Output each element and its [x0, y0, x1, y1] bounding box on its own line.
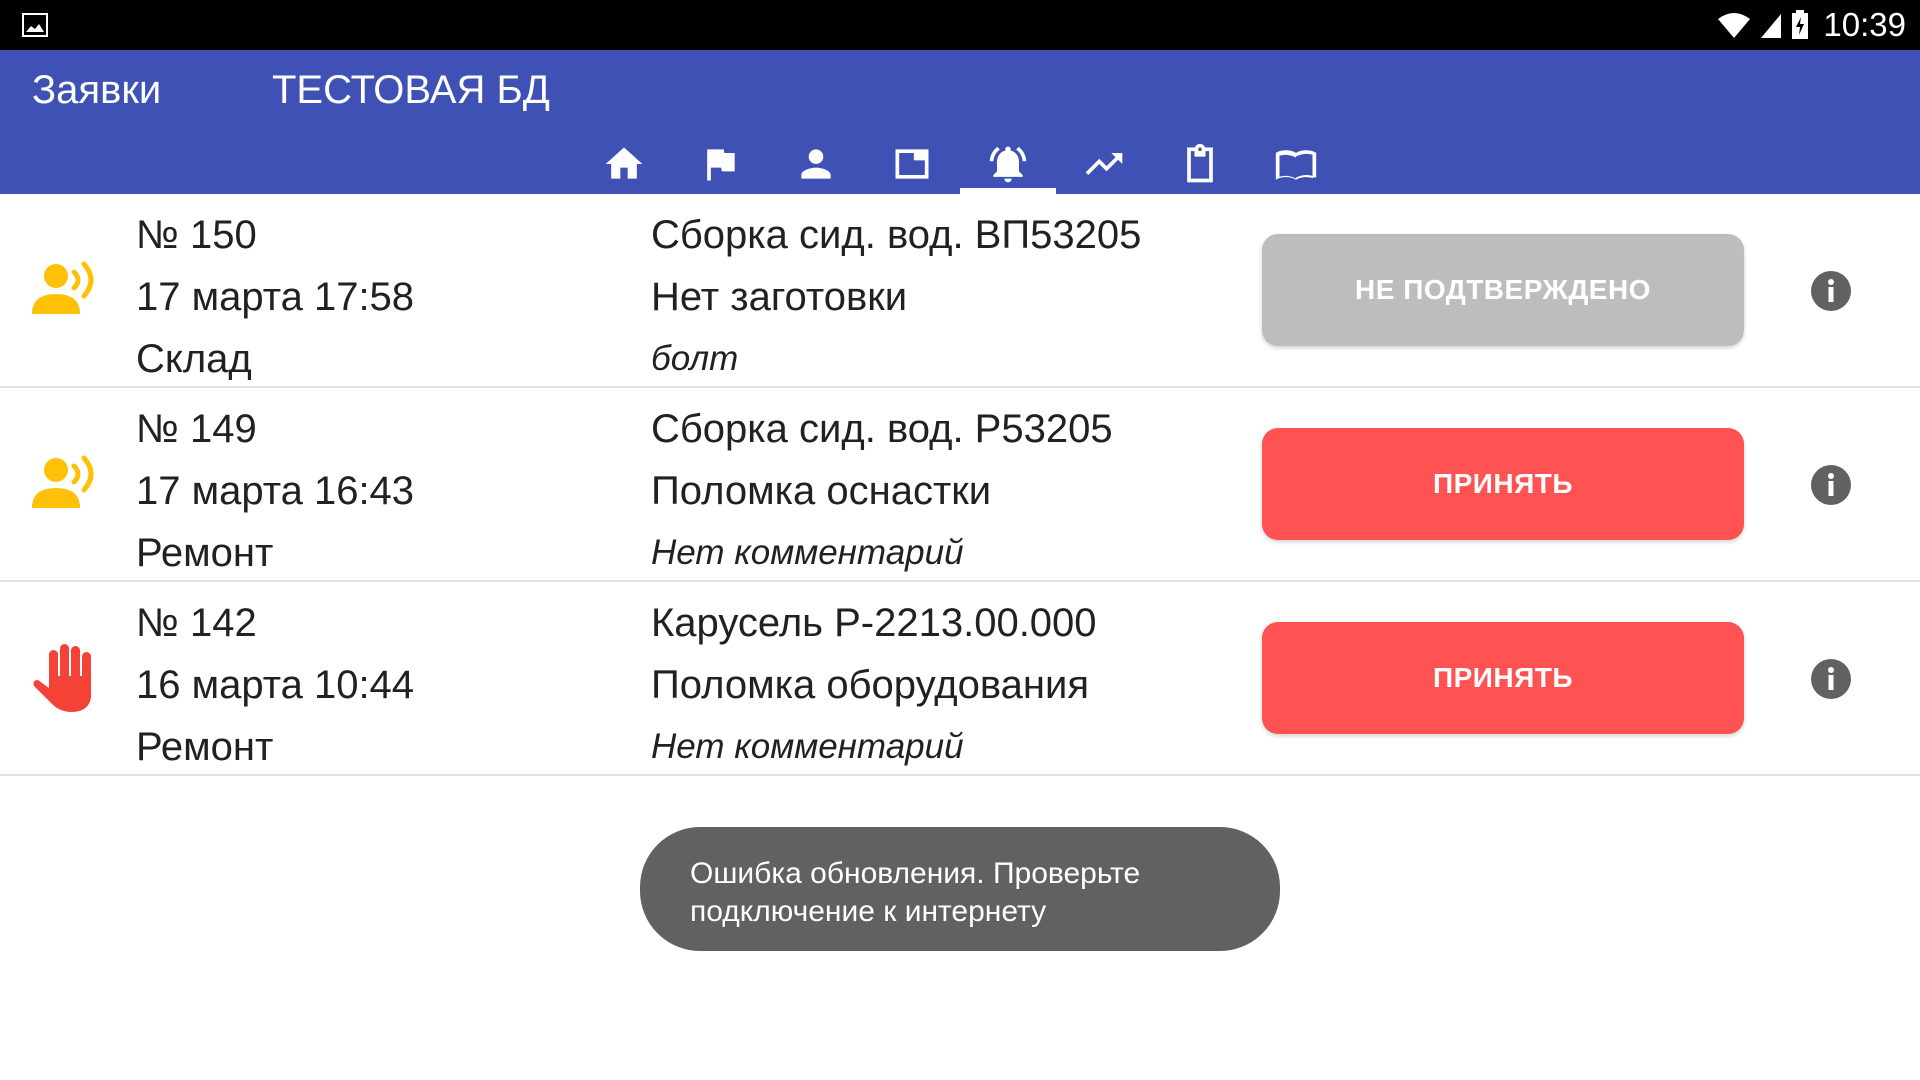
image-icon: [22, 13, 48, 37]
request-meta: № 150 17 марта 17:58 Склад: [136, 204, 414, 390]
request-reason: Нет заготовки: [651, 275, 908, 319]
accept-button[interactable]: ПРИНЯТЬ: [1262, 622, 1744, 734]
toast-line-2: подключение к интернету: [690, 895, 1047, 928]
request-reason: Поломка оборудования: [651, 663, 1089, 707]
toast-line-1: Ошибка обновления. Проверьте: [690, 857, 1141, 890]
request-title: Карусель Р-2213.00.000: [651, 601, 1097, 645]
status-indicators: 10:39: [1717, 0, 1906, 50]
tab-home[interactable]: [576, 134, 672, 194]
person-icon: [801, 149, 831, 179]
window-icon: [895, 149, 929, 179]
request-details: Сборка сид. вод. Р53205 Поломка оснастки…: [651, 398, 1113, 584]
request-meta: № 149 17 марта 16:43 Ремонт: [136, 398, 414, 584]
trending-up-icon: [1085, 153, 1123, 175]
error-toast: Ошибка обновления. Проверьте подключение…: [640, 827, 1280, 951]
tab-window[interactable]: [864, 134, 960, 194]
request-title: Сборка сид. вод. ВП53205: [651, 213, 1142, 257]
status-time: 10:39: [1823, 6, 1906, 43]
app-title: Заявки: [32, 68, 162, 112]
wifi-icon: [1718, 13, 1751, 38]
request-details: Сборка сид. вод. ВП53205 Нет заготовки б…: [651, 204, 1141, 390]
tab-statistics[interactable]: [1056, 134, 1152, 194]
request-list: № 150 17 марта 17:58 Склад Сборка сид. в…: [0, 194, 1920, 776]
status-bar: 10:39: [0, 0, 1920, 50]
request-department: Ремонт: [136, 531, 274, 575]
request-comment: Нет комментарий: [651, 533, 964, 572]
request-number: № 150: [136, 213, 257, 257]
tab-alerts[interactable]: [960, 134, 1056, 194]
tab-clipboard[interactable]: [1152, 134, 1248, 194]
request-number: № 142: [136, 601, 257, 645]
tab-book[interactable]: [1248, 134, 1344, 194]
request-department: Склад: [136, 337, 252, 381]
flag-icon: [707, 149, 735, 181]
app-bar: Заявки ТЕСТОВАЯ БД: [0, 50, 1920, 194]
request-row[interactable]: № 150 17 марта 17:58 Склад Сборка сид. в…: [0, 194, 1920, 388]
request-comment: болт: [651, 339, 739, 378]
battery-charging-icon: [1792, 10, 1809, 39]
request-details: Карусель Р-2213.00.000 Поломка оборудова…: [651, 592, 1097, 778]
request-reason: Поломка оснастки: [651, 469, 992, 513]
request-datetime: 17 марта 16:43: [136, 469, 415, 513]
signal-icon: [1761, 14, 1782, 38]
hand-stop-icon: [33, 644, 91, 712]
request-title: Сборка сид. вод. Р53205: [651, 407, 1113, 451]
unconfirmed-button[interactable]: НЕ ПОДТВЕРЖДЕНО: [1262, 234, 1744, 346]
request-datetime: 17 марта 17:58: [136, 275, 415, 319]
person-speaking-icon: [32, 261, 94, 314]
home-icon: [605, 147, 643, 179]
database-name: ТЕСТОВАЯ БД: [272, 68, 550, 112]
info-icon[interactable]: [1810, 270, 1852, 312]
request-comment: Нет комментарий: [651, 727, 964, 766]
accept-button[interactable]: ПРИНЯТЬ: [1262, 428, 1744, 540]
request-row[interactable]: № 142 16 марта 10:44 Ремонт Карусель Р-2…: [0, 582, 1920, 776]
book-icon: [1275, 150, 1317, 180]
request-number: № 149: [136, 407, 257, 451]
info-icon[interactable]: [1810, 464, 1852, 506]
request-department: Ремонт: [136, 725, 274, 769]
request-meta: № 142 16 марта 10:44 Ремонт: [136, 592, 414, 778]
tab-person[interactable]: [768, 134, 864, 194]
request-row[interactable]: № 149 17 марта 16:43 Ремонт Сборка сид. …: [0, 388, 1920, 582]
info-icon[interactable]: [1810, 658, 1852, 700]
person-speaking-icon: [32, 455, 94, 508]
request-datetime: 16 марта 10:44: [136, 663, 415, 707]
bell-ringing-icon: [989, 146, 1027, 183]
clipboard-icon: [1187, 143, 1213, 183]
tab-bar: [576, 134, 1344, 194]
tab-flag[interactable]: [672, 134, 768, 194]
